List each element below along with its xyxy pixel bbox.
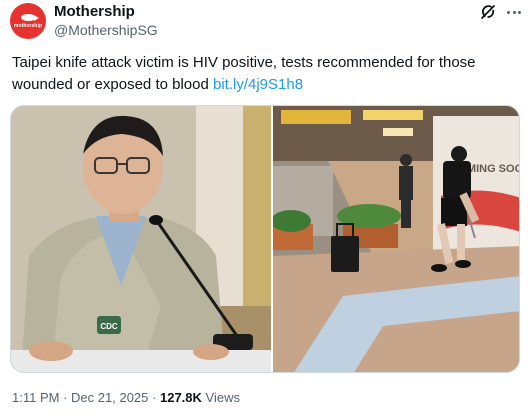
separator: · <box>152 390 157 405</box>
tweet-card: mothership Mothership @MothershipSG Taip… <box>0 0 531 417</box>
author-display-name[interactable]: Mothership <box>54 3 135 20</box>
tweet-text: Taipei knife attack victim is HIV positi… <box>12 52 520 96</box>
views-label: Views <box>205 390 240 405</box>
separator: · <box>63 390 68 405</box>
more-options-button[interactable] <box>504 2 524 22</box>
tweet-link[interactable]: bit.ly/4j9S1h8 <box>213 76 303 93</box>
views-count: 127.8K <box>159 390 202 405</box>
vest-badge-text: CDC <box>100 322 118 331</box>
wall-sign-text: MING SOON <box>467 163 520 175</box>
post-date[interactable]: Dec 21, 2025 <box>71 390 148 405</box>
mothership-logo-icon: mothership <box>10 3 46 39</box>
more-options-icon <box>506 10 522 14</box>
official-at-press-conference-photo[interactable]: CDC <box>11 106 271 372</box>
author-handle[interactable]: @MothershipSG <box>54 22 158 38</box>
avatar-wordmark: mothership <box>13 22 43 29</box>
post-time[interactable]: 1:11 PM <box>12 390 59 405</box>
grok-button[interactable] <box>478 2 498 22</box>
tweet-media[interactable]: CDC MING SO <box>10 105 520 373</box>
author-avatar[interactable]: mothership <box>10 3 46 39</box>
station-knife-attack-photo[interactable]: MING SOON <box>273 106 520 372</box>
tweet-timestamp: 1:11 PM · Dec 21, 2025 · 127.8K Views <box>12 390 240 405</box>
grok-icon <box>481 5 495 19</box>
